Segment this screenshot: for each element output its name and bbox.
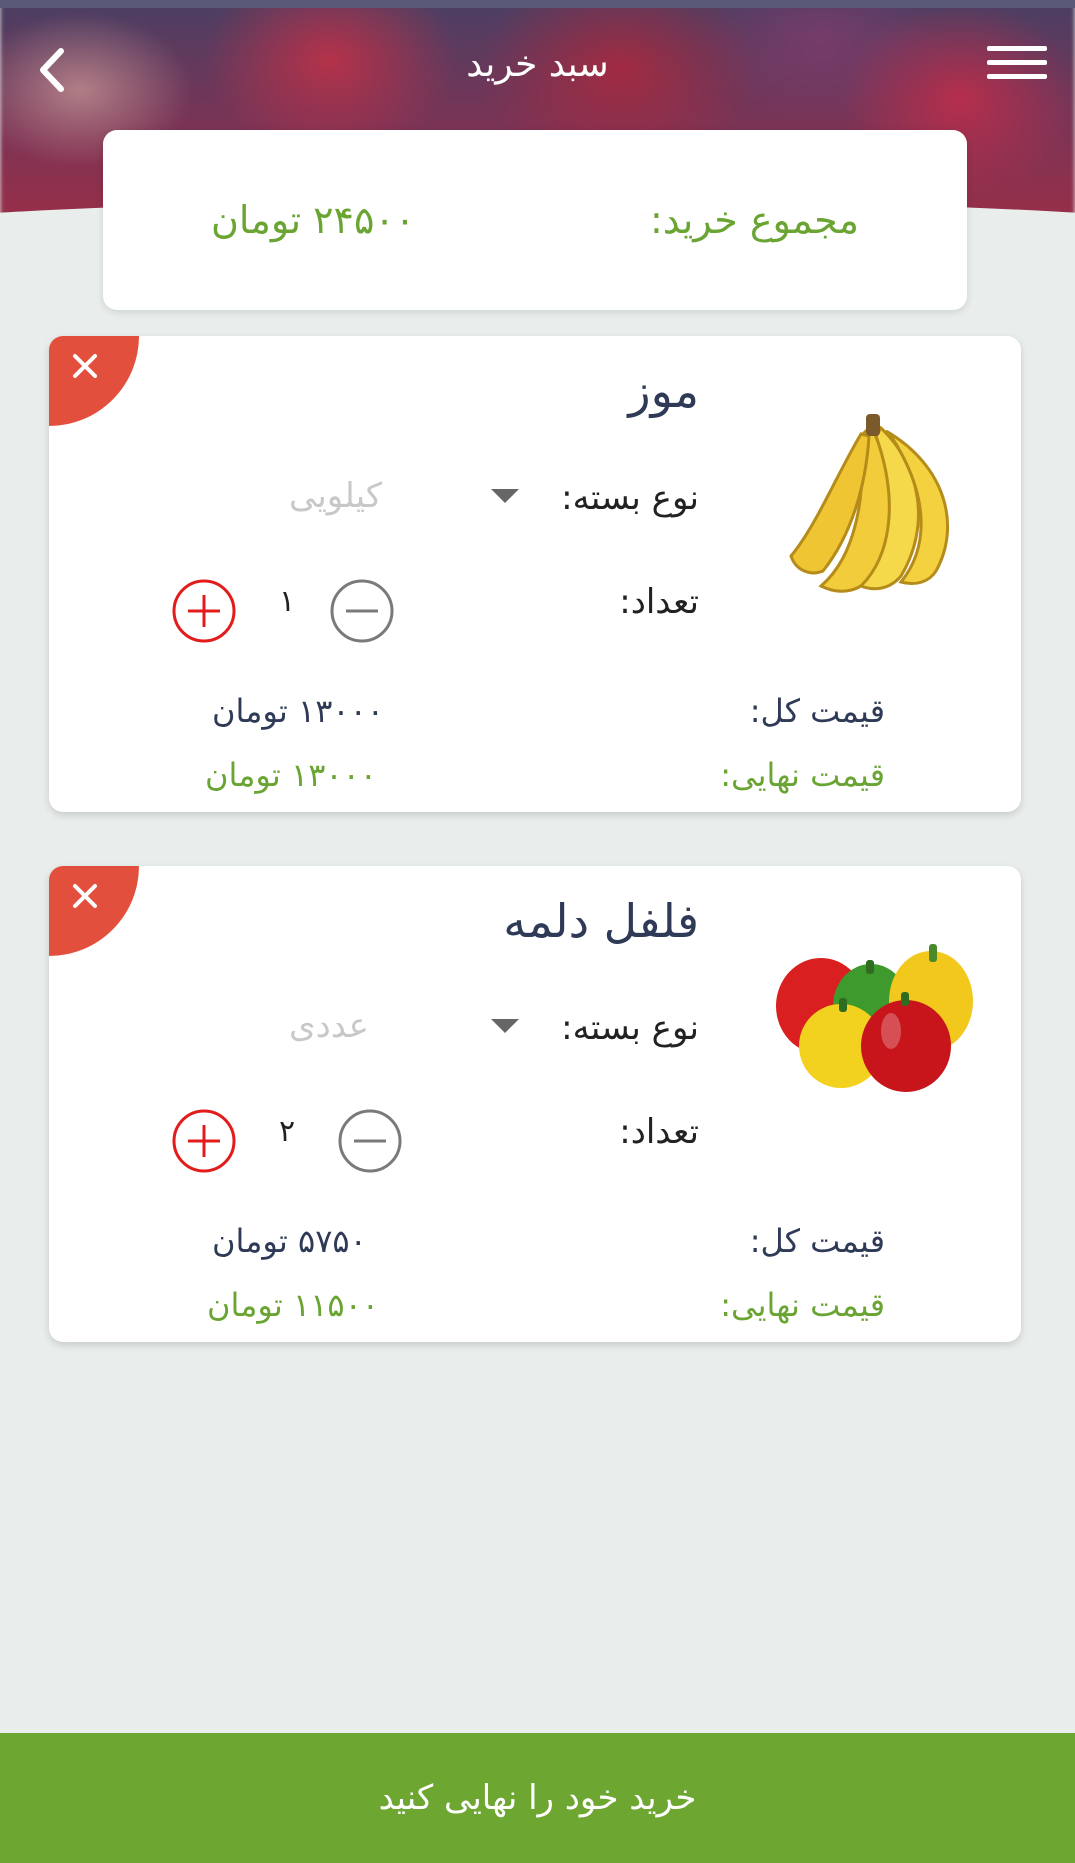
final-price-label: قیمت نهایی: — [720, 1286, 885, 1324]
dropdown-caret-icon — [491, 1019, 519, 1033]
top-bar: سبد خرید — [0, 0, 1075, 120]
package-type-value: کیلویی — [289, 476, 383, 516]
cart-total-value: ۲۴۵۰۰ تومان — [211, 198, 416, 242]
close-icon — [73, 884, 97, 908]
quantity-value: ۱ — [279, 584, 296, 619]
package-type-select[interactable]: عددی — [289, 996, 519, 1056]
decrease-quantity-button[interactable] — [329, 578, 395, 644]
package-type-value: عددی — [289, 1006, 369, 1046]
increase-quantity-button[interactable] — [171, 578, 237, 644]
cart-item-card: فلفل دلمه نوع بسته: عددی تعداد: ۲ قیمت ک… — [49, 866, 1021, 1342]
total-price-label: قیمت کل: — [749, 692, 885, 730]
product-name: موز — [628, 364, 699, 418]
checkout-button[interactable]: خرید خود را نهایی کنید — [0, 1733, 1075, 1863]
package-type-label: نوع بسته: — [561, 478, 699, 518]
quantity-label: تعداد: — [619, 582, 699, 622]
hamburger-line — [987, 74, 1047, 79]
package-type-select[interactable]: کیلویی — [289, 466, 519, 526]
product-name: فلفل دلمه — [503, 894, 699, 948]
final-price-label: قیمت نهایی: — [720, 756, 885, 794]
bell-pepper-image — [776, 944, 973, 1092]
hamburger-menu-icon — [987, 46, 1047, 51]
menu-button[interactable] — [987, 46, 1047, 92]
increase-quantity-button[interactable] — [171, 1108, 237, 1174]
package-type-label: نوع بسته: — [561, 1008, 699, 1048]
total-price-label: قیمت کل: — [749, 1222, 885, 1260]
quantity-label: تعداد: — [619, 1112, 699, 1152]
cart-item-card: موز نوع بسته: کیلویی تعداد: ۱ قیمت کل: ۱… — [49, 336, 1021, 812]
total-price-value: ۱۳۰۰۰ تومان — [212, 692, 384, 730]
remove-item-button[interactable] — [49, 336, 229, 516]
close-icon — [73, 354, 97, 378]
cart-total-card: مجموع خرید: ۲۴۵۰۰ تومان — [103, 130, 967, 310]
quantity-value: ۲ — [279, 1114, 296, 1149]
decrease-quantity-button[interactable] — [337, 1108, 403, 1174]
dropdown-caret-icon — [491, 489, 519, 503]
final-price-value: ۱۱۵۰۰ تومان — [207, 1286, 379, 1324]
cart-total-label: مجموع خرید: — [649, 198, 859, 242]
total-price-value: ۵۷۵۰ تومان — [212, 1222, 367, 1260]
hamburger-line — [987, 60, 1047, 65]
final-price-value: ۱۳۰۰۰ تومان — [205, 756, 377, 794]
page-title: سبد خرید — [466, 44, 609, 85]
banana-image — [789, 414, 950, 593]
remove-item-button[interactable] — [49, 866, 229, 1046]
